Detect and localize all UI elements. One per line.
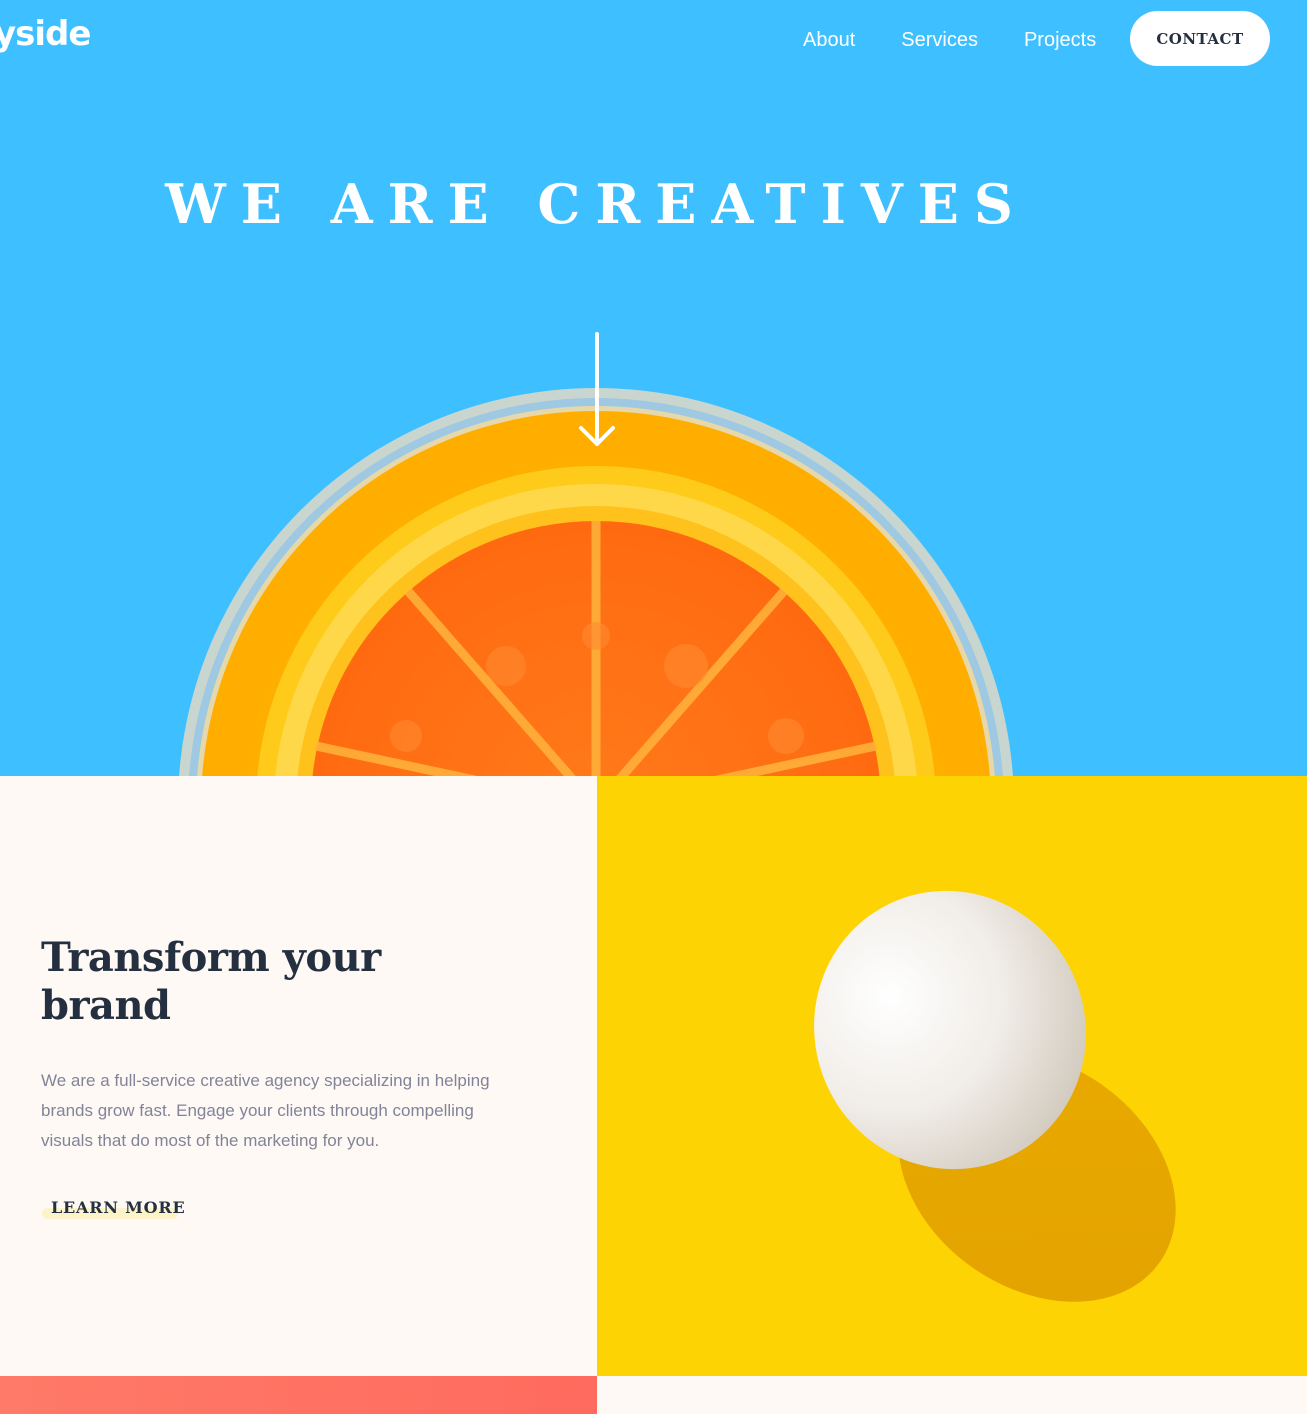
egg-image (597, 776, 1307, 1376)
transform-body: We are a full-service creative agency sp… (41, 1071, 490, 1150)
nav-link-projects[interactable]: Projects (1024, 26, 1096, 54)
cream-strip (597, 1376, 1307, 1414)
nav-link-services[interactable]: Services (901, 26, 978, 54)
learn-more-label: LEARN MORE (51, 1198, 186, 1217)
main-nav: About Services Projects (803, 26, 1142, 54)
learn-more-link[interactable]: LEARN MORE (41, 1194, 185, 1224)
transform-section: Transform your brand We are a full-servi… (0, 776, 597, 1376)
coral-strip (0, 1376, 597, 1414)
arrow-down-icon[interactable] (578, 332, 616, 450)
hero-section: yside About Services Projects CONTACT WE… (0, 0, 1307, 776)
logo[interactable]: yside (0, 14, 91, 54)
transform-title: Transform your brand (41, 934, 381, 1029)
nav-link-about[interactable]: About (803, 26, 855, 54)
hero-title: WE ARE CREATIVES (165, 172, 1028, 236)
contact-button[interactable]: CONTACT (1130, 11, 1270, 66)
